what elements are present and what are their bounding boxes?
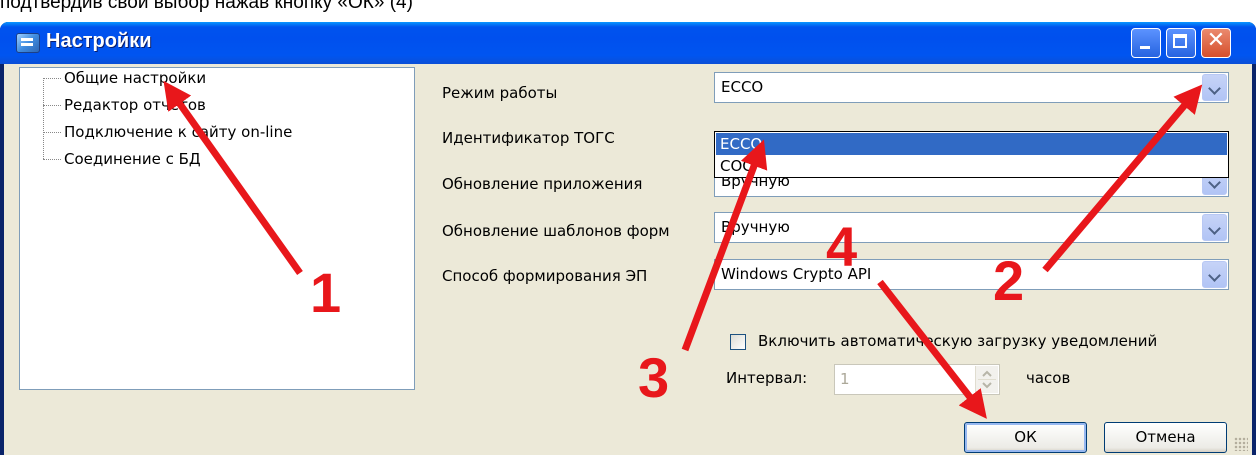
chevron-down-icon[interactable]: [1202, 214, 1227, 241]
tree-item-db-connection[interactable]: Соединение с БД: [64, 150, 201, 168]
templates-update-label: Обновление шаблонов форм: [442, 222, 670, 240]
templates-update-value: Вручную: [721, 218, 790, 236]
minimize-button[interactable]: [1131, 28, 1161, 58]
togs-id-label: Идентификатор ТОГС: [442, 129, 615, 147]
resize-grip-icon[interactable]: [1234, 437, 1248, 451]
maximize-button[interactable]: [1166, 28, 1196, 58]
tree-branch: [43, 78, 61, 79]
close-button[interactable]: ✕: [1201, 28, 1231, 58]
mode-dropdown-list[interactable]: ЕССО СОС: [714, 131, 1229, 178]
window-title: Настройки: [46, 30, 152, 52]
mode-select[interactable]: ЕССО: [714, 72, 1229, 103]
mode-option-sos[interactable]: СОС: [716, 155, 1227, 177]
interval-unit: часов: [1026, 369, 1071, 387]
ok-button[interactable]: ОК: [964, 422, 1087, 453]
auto-load-checkbox[interactable]: [730, 334, 746, 350]
tree-branch: [43, 132, 61, 133]
mode-select-value: ЕССО: [721, 78, 764, 96]
instruction-caption: подтвердив свой выбор нажав кнопку «ОК» …: [0, 0, 413, 13]
cancel-button[interactable]: Отмена: [1104, 422, 1227, 453]
title-bar[interactable]: Настройки ✕: [0, 22, 1256, 64]
app-update-label: Обновление приложения: [442, 175, 643, 193]
spinner-arrows-icon[interactable]: [975, 366, 998, 393]
tree-item-online-connection[interactable]: Подключение к сайту on-line: [64, 123, 292, 141]
tree-branch: [43, 159, 61, 160]
templates-update-select[interactable]: Вручную: [714, 212, 1229, 243]
auto-load-label[interactable]: Включить автоматическую загрузку уведомл…: [758, 332, 1157, 350]
settings-window: Настройки ✕ Общие настройки Редактор отч…: [0, 22, 1256, 455]
chevron-down-icon[interactable]: [1202, 74, 1227, 101]
settings-tree[interactable]: Общие настройки Редактор отчетов Подключ…: [19, 67, 415, 390]
mode-label: Режим работы: [442, 84, 558, 102]
interval-spinner[interactable]: 1: [834, 364, 1000, 395]
chevron-down-icon[interactable]: [1202, 261, 1227, 288]
signature-method-value: Windows Crypto API: [721, 265, 872, 283]
tree-connector: [43, 78, 44, 159]
interval-label: Интервал:: [726, 369, 808, 387]
tree-item-general[interactable]: Общие настройки: [64, 69, 206, 87]
mode-option-ecco[interactable]: ЕССО: [716, 133, 1227, 155]
window-app-icon: [16, 33, 40, 53]
interval-value: 1: [840, 370, 850, 388]
tree-branch: [43, 105, 61, 106]
tree-item-report-editor[interactable]: Редактор отчетов: [64, 96, 206, 114]
signature-method-select[interactable]: Windows Crypto API: [714, 259, 1229, 290]
dialog-body: Общие настройки Редактор отчетов Подключ…: [4, 64, 1252, 455]
close-icon: ✕: [1206, 28, 1226, 53]
signature-method-label: Способ формирования ЭП: [442, 267, 648, 285]
